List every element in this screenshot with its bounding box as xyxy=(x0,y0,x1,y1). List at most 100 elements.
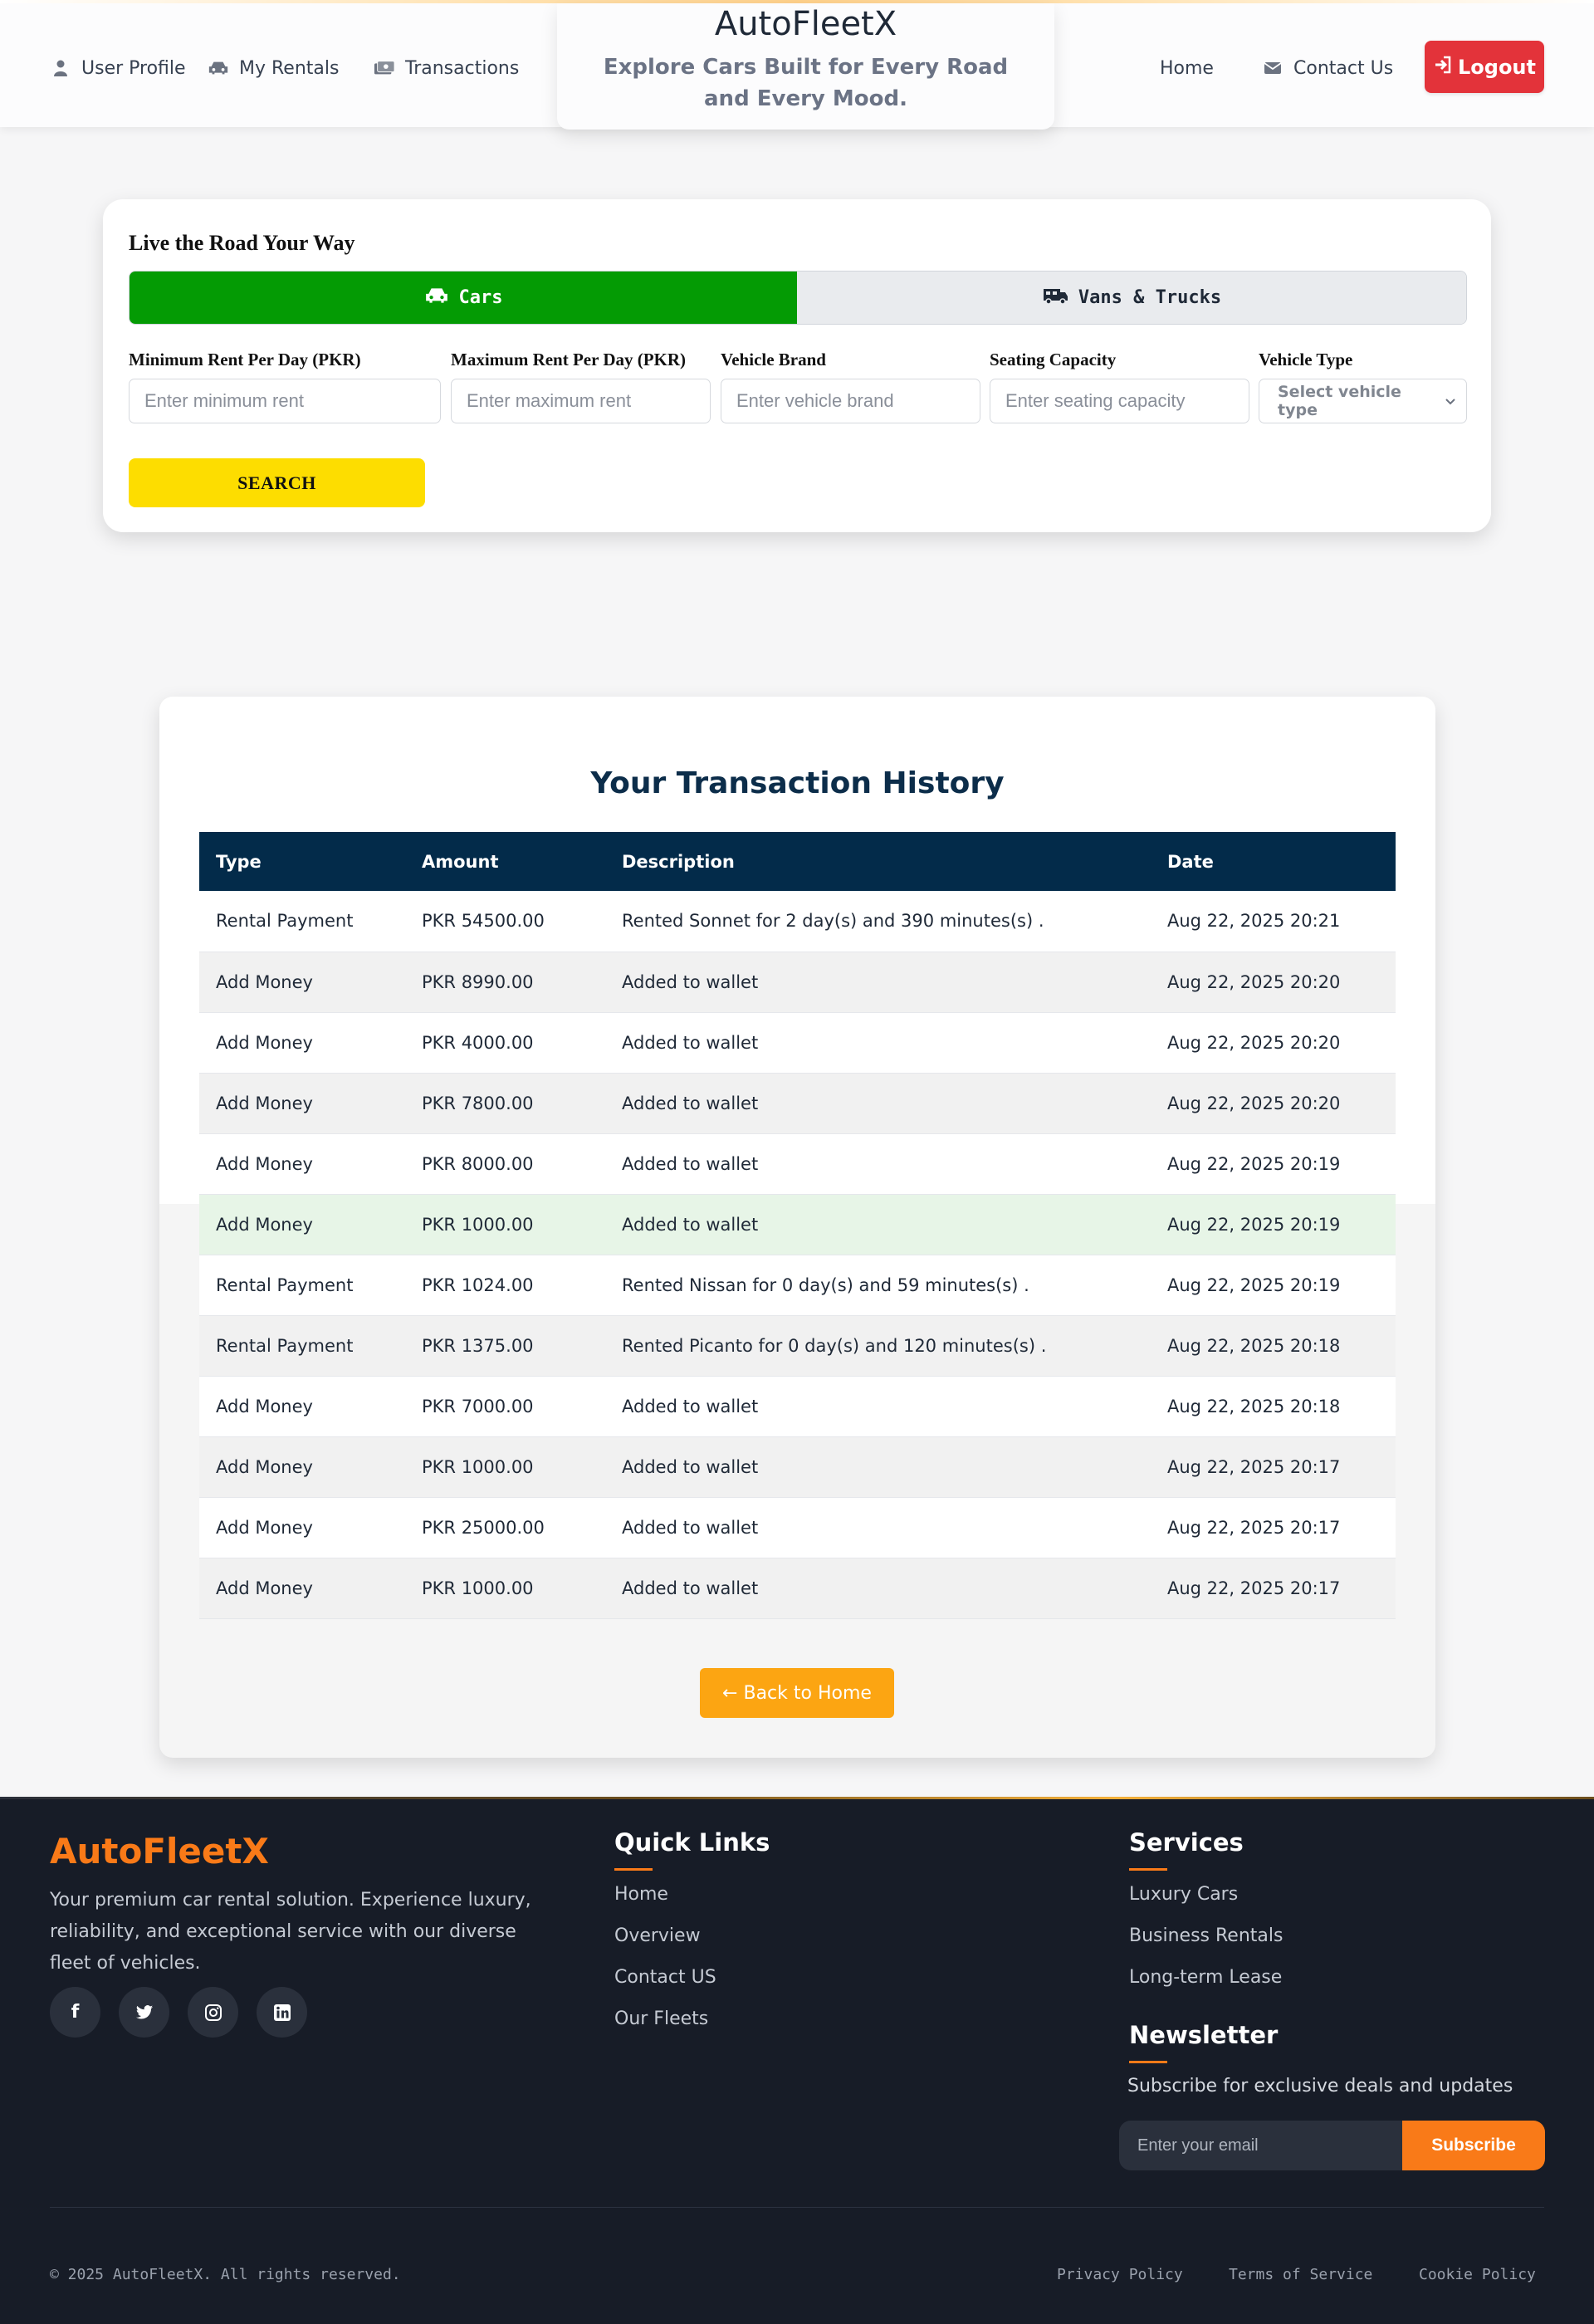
brand-card: AutoFleetX Explore Cars Built for Every … xyxy=(557,3,1054,130)
cell-amount: PKR 7000.00 xyxy=(405,1376,605,1437)
instagram-icon[interactable] xyxy=(188,1987,238,2038)
copyright-text: © 2025 AutoFleetX. All rights reserved. xyxy=(50,2266,401,2283)
column-header-date: Date xyxy=(1167,851,1214,872)
brand-tagline: Explore Cars Built for Every Road and Ev… xyxy=(603,55,1009,111)
footer-link-fleets[interactable]: Our Fleets xyxy=(614,2008,708,2029)
table-row: Add Money PKR 4000.00 Added to wallet Aug 2… xyxy=(199,1012,1396,1074)
twitter-icon[interactable] xyxy=(119,1987,169,2038)
footer-link-overview[interactable]: Overview xyxy=(614,1925,701,1946)
car-icon xyxy=(208,57,229,79)
cell-type: Rental Payment xyxy=(199,1255,405,1316)
table-row: Add Money PKR 7000.00 Added to wallet Aug 2… xyxy=(199,1376,1396,1437)
tab-vans-trucks[interactable]: Vans & Trucks xyxy=(797,272,1466,324)
table-header-row: Type Amount Description Date xyxy=(199,832,1396,891)
footer-service-long-term-lease[interactable]: Long-term Lease xyxy=(1129,1967,1282,1988)
vehicle-search-card: Live the Road Your Way Cars Vans & Truck… xyxy=(103,199,1491,532)
table-row: Add Money PKR 8000.00 Added to wallet Aug 2… xyxy=(199,1133,1396,1195)
min-rent-label: Minimum Rent Per Day (PKR) xyxy=(129,350,361,369)
cell-type: Add Money xyxy=(199,1436,405,1498)
cell-date: Aug 22, 2025 20:20 xyxy=(1151,952,1396,1013)
cell-type: Add Money xyxy=(199,1497,405,1558)
cell-description: Added to wallet xyxy=(605,952,1151,1013)
cell-description: Added to wallet xyxy=(605,1073,1151,1134)
search-heading: Live the Road Your Way xyxy=(129,231,355,255)
user-icon xyxy=(50,57,71,79)
max-rent-input[interactable] xyxy=(451,379,711,423)
subscribe-button[interactable]: Subscribe xyxy=(1402,2121,1545,2170)
linkedin-icon[interactable] xyxy=(257,1987,307,2038)
truck-icon xyxy=(1042,286,1068,310)
footer-service-business-rentals[interactable]: Business Rentals xyxy=(1129,1925,1283,1946)
nav-home[interactable]: Home xyxy=(1160,55,1214,81)
newsletter-email-input[interactable] xyxy=(1119,2121,1402,2170)
footer-divider xyxy=(50,2207,1544,2208)
cell-date: Aug 22, 2025 20:19 xyxy=(1151,1255,1396,1316)
tab-cars[interactable]: Cars xyxy=(130,272,797,324)
nav-contact-us[interactable]: Contact Us xyxy=(1262,55,1393,81)
cell-date: Aug 22, 2025 20:18 xyxy=(1151,1376,1396,1437)
services-heading: Services xyxy=(1129,1828,1244,1871)
cookie-policy-link[interactable]: Cookie Policy xyxy=(1419,2266,1536,2283)
seating-capacity-label: Seating Capacity xyxy=(990,350,1117,369)
vehicle-brand-label: Vehicle Brand xyxy=(721,350,826,369)
cell-amount: PKR 1375.00 xyxy=(405,1315,605,1377)
brand-title: AutoFleetX xyxy=(714,5,897,43)
seating-capacity-input[interactable] xyxy=(990,379,1249,423)
footer-brand: AutoFleetX xyxy=(50,1831,269,1871)
cell-amount: PKR 1000.00 xyxy=(405,1558,605,1619)
chevron-down-icon xyxy=(1445,392,1456,410)
cell-type: Add Money xyxy=(199,1012,405,1074)
cell-description: Rented Sonnet for 2 day(s) and 390 minut… xyxy=(605,891,1151,952)
cell-amount: PKR 4000.00 xyxy=(405,1012,605,1074)
nav-home-label: Home xyxy=(1160,57,1214,79)
table-row: Add Money PKR 7800.00 Added to wallet Aug 2… xyxy=(199,1073,1396,1134)
cell-type: Add Money xyxy=(199,1558,405,1619)
table-row: Add Money PKR 25000.00 Added to wallet Aug … xyxy=(199,1497,1396,1558)
search-button[interactable]: SEARCH xyxy=(129,458,425,507)
vehicle-type-selected: Select vehicle type xyxy=(1278,383,1401,419)
cell-description: Added to wallet xyxy=(605,1194,1151,1255)
footer-link-contact[interactable]: Contact US xyxy=(614,1967,716,1988)
cell-type: Add Money xyxy=(199,1194,405,1255)
cell-date: Aug 22, 2025 20:20 xyxy=(1151,1073,1396,1134)
cell-type: Add Money xyxy=(199,952,405,1013)
nav-transactions-label: Transactions xyxy=(405,57,520,79)
footer-link-home[interactable]: Home xyxy=(614,1884,668,1905)
cell-description: Added to wallet xyxy=(605,1376,1151,1437)
tab-vans-trucks-label: Vans & Trucks xyxy=(1078,287,1222,308)
nav-my-rentals[interactable]: My Rentals xyxy=(208,55,339,81)
money-icon xyxy=(374,57,395,79)
logout-button[interactable]: Logout xyxy=(1425,41,1544,93)
cell-description: Added to wallet xyxy=(605,1558,1151,1619)
tab-cars-label: Cars xyxy=(458,287,503,308)
table-row: Rental Payment PKR 1024.00 Rented Nissan f… xyxy=(199,1255,1396,1316)
cell-amount: PKR 8990.00 xyxy=(405,952,605,1013)
quick-links-heading: Quick Links xyxy=(614,1828,770,1871)
vehicle-category-tabs: Cars Vans & Trucks xyxy=(129,271,1467,325)
vehicle-brand-input[interactable] xyxy=(721,379,980,423)
cell-type: Add Money xyxy=(199,1376,405,1437)
envelope-icon xyxy=(1262,57,1284,79)
column-header-amount: Amount xyxy=(422,851,499,872)
privacy-policy-link[interactable]: Privacy Policy xyxy=(1057,2266,1183,2283)
cell-date: Aug 22, 2025 20:19 xyxy=(1151,1133,1396,1195)
social-links: f xyxy=(50,1987,307,2038)
table-row: Rental Payment PKR 1375.00 Rented Picanto … xyxy=(199,1315,1396,1377)
footer-description: Your premium car rental solution. Experi… xyxy=(50,1890,531,1974)
vehicle-type-label: Vehicle Type xyxy=(1259,350,1353,369)
vehicle-type-select[interactable]: Select vehicle type xyxy=(1259,379,1467,423)
transactions-table-body: Rental Payment PKR 54500.00 Rented Sonnet … xyxy=(199,891,1396,1619)
cell-description: Added to wallet xyxy=(605,1012,1151,1074)
cell-description: Added to wallet xyxy=(605,1133,1151,1195)
footer-service-luxury-cars[interactable]: Luxury Cars xyxy=(1129,1884,1238,1905)
min-rent-input[interactable] xyxy=(129,379,441,423)
back-to-home-button[interactable]: ← Back to Home xyxy=(700,1668,894,1718)
cell-date: Aug 22, 2025 20:21 xyxy=(1151,891,1396,952)
table-row: Add Money PKR 1000.00 Added to wallet Aug 2… xyxy=(199,1558,1396,1619)
table-row: Add Money PKR 8990.00 Added to wallet Aug 2… xyxy=(199,952,1396,1013)
nav-user-profile[interactable]: User Profile xyxy=(50,55,186,81)
facebook-icon[interactable]: f xyxy=(50,1987,100,2038)
terms-of-service-link[interactable]: Terms of Service xyxy=(1229,2266,1372,2283)
nav-transactions[interactable]: Transactions xyxy=(374,55,519,81)
cell-type: Add Money xyxy=(199,1133,405,1195)
